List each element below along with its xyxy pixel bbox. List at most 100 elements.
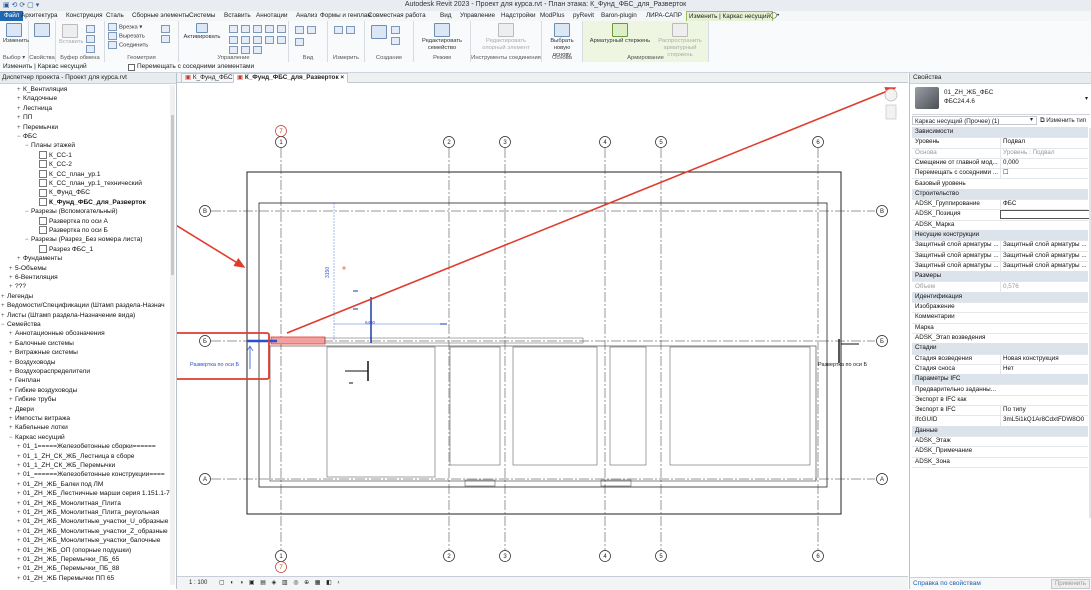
wall-join-icon[interactable] [161, 25, 170, 33]
create-parts-icon[interactable] [391, 26, 400, 34]
ribbon-tab[interactable]: Аннотации [256, 11, 287, 21]
pin-icon[interactable] [241, 46, 250, 54]
linework-icon[interactable] [295, 38, 304, 46]
ribbon-tab[interactable]: Формы и генплан [320, 11, 371, 21]
browser-tree-item[interactable]: − Разрезы (Вспомогательный) [25, 207, 118, 216]
browser-tree-item[interactable]: +01_ZH_ЖБ_Перемычки_ПБ_65 [17, 555, 119, 564]
chevron-down-icon[interactable]: ▾ [1030, 116, 1033, 123]
property-value[interactable]: Нет [1000, 363, 1091, 375]
ribbon-tab[interactable]: Надстройки [501, 11, 536, 21]
browser-tree-item[interactable]: +01_ZH_ЖБ Перемычки ПП 65 [17, 574, 114, 583]
property-value[interactable]: По типу [1000, 405, 1091, 416]
browser-tree-item[interactable]: +01_ZH_ЖБ_Монолитная_Плита [17, 499, 121, 508]
copy-element-icon[interactable] [241, 36, 250, 44]
ribbon-tab[interactable]: Изменить | Каркас несущий [686, 11, 773, 21]
browser-tree-item[interactable]: + Гибкие трубы [9, 395, 56, 404]
edit-type-button[interactable]: ⧉ Изменить тип [1040, 116, 1086, 125]
create-assembly-icon[interactable] [371, 25, 387, 39]
browser-tree-item[interactable]: +01_ZH_ЖБ_Перемычки_ПБ_88 [17, 564, 119, 573]
browser-tree-item[interactable]: + Кладочные [17, 94, 57, 103]
instance-filter-dropdown[interactable]: Каркас несущий (Прочее) (1) [912, 116, 1037, 125]
ribbon-tab[interactable]: Baron-plugin [601, 11, 637, 21]
browser-tree-item[interactable]: + К_Вентиляция [17, 85, 67, 94]
browser-tree-item[interactable]: +01_======Железобетонные конструкции==== [17, 470, 165, 479]
delete-icon[interactable] [253, 46, 262, 54]
browser-tree-item[interactable]: + Листы (Штамп раздела-Назначение вида) [1, 311, 135, 320]
browser-tree-item[interactable]: К_Фунд_ФБС [33, 188, 90, 197]
array-icon[interactable] [277, 36, 286, 44]
property-value[interactable]: 3mL5i1kQ1Ar8CdxtFDW8O0 [1000, 415, 1091, 426]
copy-icon[interactable] [86, 25, 95, 33]
browser-tree-item[interactable]: − Каркас несущий [9, 433, 65, 442]
ribbon-tab[interactable]: Архитектура [21, 11, 57, 21]
ribbon-tab[interactable]: Анализ [296, 11, 317, 21]
browser-scroll-thumb[interactable] [171, 115, 174, 275]
property-value[interactable]: ☐ [1000, 168, 1091, 179]
ribbon-tab[interactable]: Файл [0, 11, 24, 21]
browser-tree-item[interactable]: +5-Объемы [9, 264, 47, 273]
browser-tree-item[interactable]: + Генплан [9, 376, 40, 385]
browser-tree-item[interactable]: Развертка по оси Б [33, 226, 108, 235]
selected-fbs-block[interactable] [270, 336, 326, 345]
ribbon-tab[interactable]: Вид [440, 11, 451, 21]
ribbon-tab[interactable]: ModPlus [540, 11, 565, 21]
browser-tree-item[interactable]: + Воздуховоды [9, 358, 55, 367]
mirror-axis-icon[interactable] [253, 25, 262, 33]
view-tab[interactable]: ▣ К_Фунд_ФБС_для_Разверток × [233, 73, 349, 83]
cope-button[interactable]: Врезка ▾ [108, 23, 142, 32]
ribbon-tab[interactable]: Совместная работа [368, 11, 426, 21]
browser-tree-item[interactable]: + Перемычки [17, 123, 58, 132]
browser-tree-item[interactable]: К_СС-2 [33, 160, 72, 169]
ribbon-tab[interactable]: ◯• [770, 11, 779, 21]
browser-tree-item[interactable]: Развертка по оси А [33, 216, 108, 226]
browser-tree-item[interactable]: +01_ZH_ЖБ_Балки под ЛМ [17, 480, 103, 489]
browser-tree-item[interactable]: + Импосты витража [9, 414, 70, 423]
view-cube-icon[interactable] [884, 88, 898, 102]
scale-icon[interactable] [229, 46, 238, 54]
browser-tree-item[interactable]: − Семейства [1, 320, 41, 329]
property-value[interactable]: 0,576 [1000, 281, 1091, 292]
override-graphics-icon[interactable] [307, 26, 316, 34]
browser-tree-item[interactable]: +01_ZH_ЖБ_ОП (опорные подушки) [17, 546, 131, 555]
paint-icon[interactable] [161, 35, 170, 43]
browser-tree-item[interactable]: − ФБС [17, 132, 37, 141]
match-properties-icon[interactable] [86, 45, 95, 53]
floor-plan-drawing[interactable]: 112233445566В ВБ БА А77 3150 6490 Развертка… [177, 83, 908, 576]
browser-tree-item[interactable]: +01_ZH_ЖБ_Монолитные_участки_балочные [17, 536, 160, 545]
cut-icon[interactable] [86, 35, 95, 43]
activate-button[interactable]: Активировать [181, 23, 223, 41]
rotate-icon[interactable] [253, 36, 262, 44]
browser-tree-item[interactable]: +01_1_ZH_СК_ЖБ_Перемычки [17, 461, 115, 470]
browser-tree-item[interactable]: + Гибкие воздуховоды [9, 386, 77, 395]
edit-connection-button[interactable]: Редактировать опорный элемент [475, 23, 537, 52]
browser-tree-item[interactable]: +01_ZH_ЖБ_Монолитные_участки_U_образные [17, 517, 168, 526]
properties-button[interactable] [33, 23, 51, 38]
ribbon-tab[interactable]: Конструкция [66, 11, 103, 21]
ribbon-tab[interactable]: Вставить [224, 11, 251, 21]
browser-tree-item[interactable]: − Планы этажей [25, 141, 75, 150]
browser-tree-item[interactable]: К_СС_план_ур.1_технический [33, 179, 142, 188]
browser-tree-item[interactable]: +01_ZH_ЖБ_Монолитная_Плита_реугольная [17, 508, 159, 517]
property-value[interactable]: 0,000 [1000, 157, 1091, 169]
ribbon-tab[interactable]: Управление [460, 11, 495, 21]
type-selector[interactable]: 01_ZH_ЖБ_ФБС ФБС24.4.6 ▾ [912, 84, 1090, 115]
property-value[interactable]: Уровень : Подвал [1000, 147, 1091, 158]
browser-tree-item[interactable]: + Витражные системы [9, 348, 78, 357]
drawing-canvas[interactable]: 112233445566ВВББАА77 3150 6490 Развертка… [177, 83, 908, 576]
mirror-draw-icon[interactable] [265, 25, 274, 33]
property-value[interactable]: Защитный слой арматуры ... [1000, 250, 1091, 261]
property-value[interactable]: Подвал [1000, 137, 1091, 148]
properties-help-link[interactable]: Справка по свойствам [913, 578, 981, 589]
browser-tree-item[interactable]: К_СС-1 [33, 151, 72, 160]
ribbon-tab[interactable]: Сталь [106, 11, 124, 21]
browser-tree-item[interactable]: + Кабельные лотки [9, 423, 68, 432]
browser-tree-item[interactable]: − Разрезы (Разрез_Без номера листа) [25, 235, 142, 244]
property-value[interactable] [1000, 210, 1091, 220]
select-dropdown[interactable]: Выбор ▾ [0, 54, 28, 62]
hide-icon[interactable] [295, 26, 304, 34]
browser-tree-item[interactable]: +01_ZH_ЖБ_Лестничные марши серия 1.151.1… [17, 489, 175, 498]
browser-tree-item[interactable]: + Балочные системы [9, 339, 74, 348]
view-control-icons[interactable]: ▢ ◐ ◑ ▣ ▤ ◈ ▥ ◎ ⊕ ▦ ◧ ‹ [219, 577, 341, 590]
browser-tree-item[interactable]: + ПП [17, 113, 32, 122]
trim-icon[interactable] [265, 36, 274, 44]
